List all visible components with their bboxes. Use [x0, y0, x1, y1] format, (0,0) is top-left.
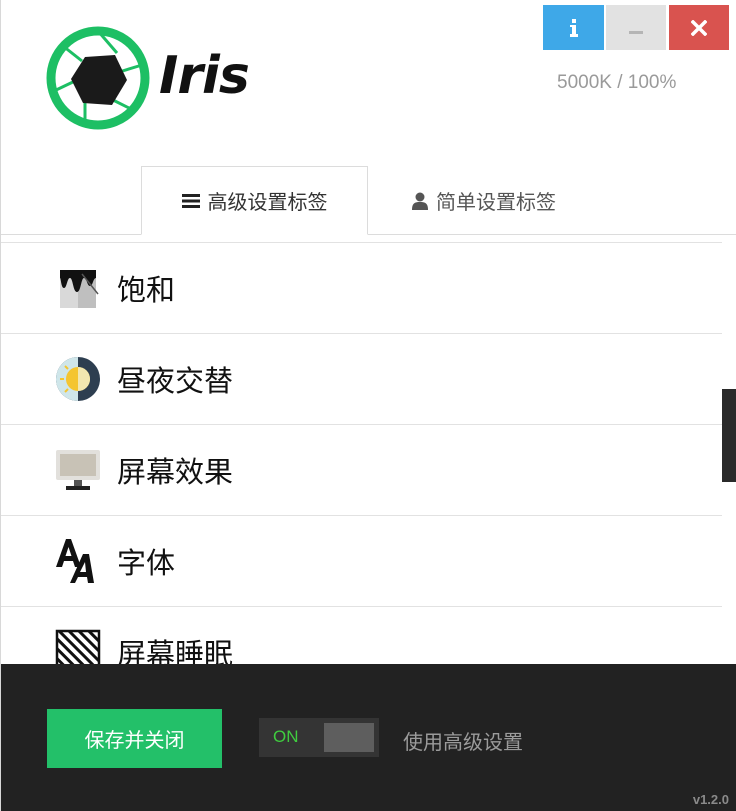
version-label: v1.2.0 — [692, 792, 729, 807]
menu-item-label: 昼夜交替 — [117, 364, 234, 398]
menu-item-saturation[interactable]: 饱和 — [1, 243, 722, 334]
minimize-button[interactable] — [606, 5, 666, 50]
iris-window: Iris 5000K / 100% 高级设置标签 简单设置标签 饱和 昼夜交替 … — [0, 0, 736, 811]
menu-scrollbar-thumb[interactable] — [722, 389, 736, 482]
info-button[interactable] — [543, 5, 604, 50]
tab-simple-settings[interactable]: 简单设置标签 — [368, 166, 600, 235]
info-icon — [569, 18, 578, 37]
iris-logo-icon — [46, 26, 150, 130]
list-icon — [181, 193, 200, 209]
minimize-icon — [629, 30, 643, 34]
screen-sleep-icon — [54, 628, 102, 664]
close-button[interactable] — [669, 5, 729, 50]
menu-item-screen-sleep[interactable]: 屏幕睡眠 — [1, 607, 722, 664]
settings-menu-list: 饱和 昼夜交替 屏幕效果 字体 屏幕睡眠 — [1, 242, 722, 664]
toggle-state-label: ON — [273, 727, 299, 746]
tab-advanced-settings[interactable]: 高级设置标签 — [141, 166, 368, 235]
monitor-icon — [54, 446, 102, 494]
day-night-icon — [54, 355, 102, 403]
close-icon — [691, 19, 707, 36]
footer-bar: 保存并关闭 ON 使用高级设置 v1.2.0 — [1, 664, 736, 811]
saturation-icon — [54, 264, 102, 312]
menu-item-font[interactable]: 字体 — [1, 516, 722, 607]
menu-item-label: 屏幕睡眠 — [117, 637, 234, 664]
user-icon — [412, 192, 428, 210]
font-icon — [54, 537, 102, 585]
menu-item-label: 饱和 — [117, 273, 176, 307]
menu-item-label: 字体 — [117, 546, 176, 580]
toggle-knob — [324, 723, 374, 752]
temperature-brightness-status: 5000K / 100% — [557, 72, 677, 93]
menu-item-screen-effects[interactable]: 屏幕效果 — [1, 425, 722, 516]
advanced-settings-toggle[interactable]: ON — [259, 718, 379, 757]
menu-item-label: 屏幕效果 — [117, 455, 234, 489]
advanced-settings-label: 使用高级设置 — [403, 732, 523, 754]
menu-item-day-night[interactable]: 昼夜交替 — [1, 334, 722, 425]
save-and-close-button[interactable]: 保存并关闭 — [47, 709, 222, 768]
app-name: Iris — [159, 46, 250, 106]
tab-advanced-label: 高级设置标签 — [207, 190, 328, 214]
tab-simple-label: 简单设置标签 — [436, 190, 556, 214]
